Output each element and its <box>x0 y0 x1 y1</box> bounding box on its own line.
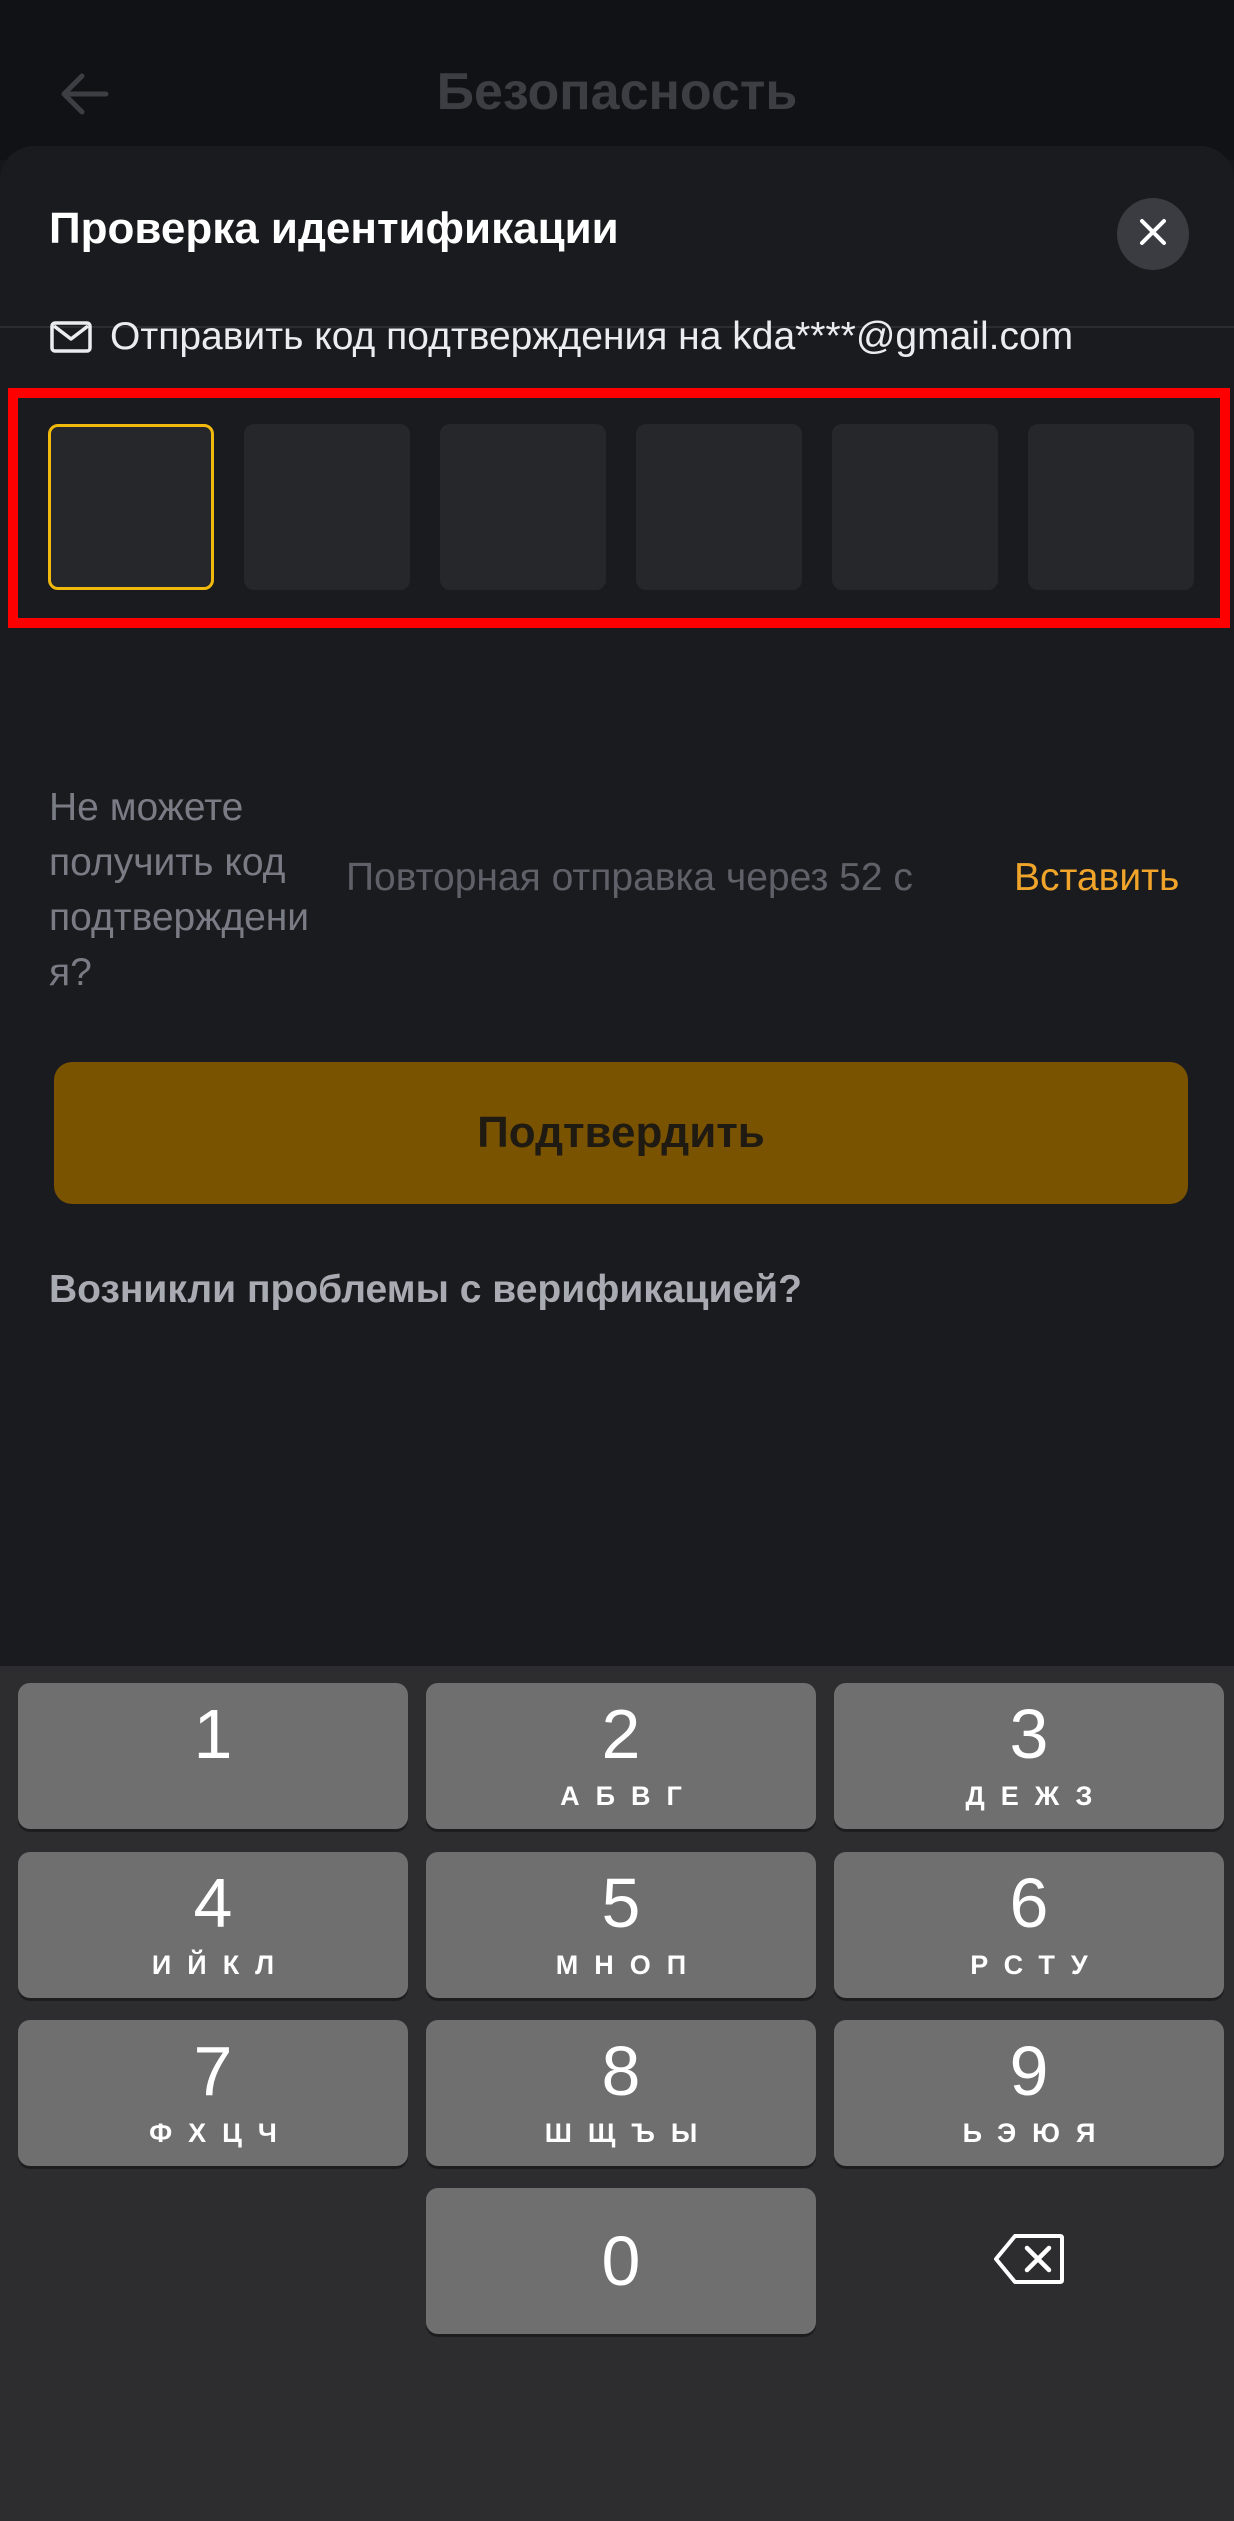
resend-timer: Повторная отправка через 52 с <box>346 856 913 899</box>
key-digit: 6 <box>1009 1864 1049 1942</box>
sheet-title: Проверка идентификации <box>49 204 619 253</box>
key-letters: РСТУ <box>970 1950 1104 1980</box>
key-digit: 7 <box>193 2032 233 2110</box>
paste-button[interactable]: Вставить <box>1014 856 1179 900</box>
key-3[interactable]: 3 ДЕЖЗ <box>834 1683 1224 1829</box>
close-button[interactable] <box>1117 198 1189 270</box>
key-5[interactable]: 5 МНОП <box>426 1852 816 1998</box>
key-digit: 8 <box>601 2032 641 2110</box>
underlying-page-title: Безопасность <box>436 63 798 121</box>
cant-receive-code-link[interactable]: Не можете получить код подтверждени я? <box>49 780 349 1000</box>
key-7[interactable]: 7 ФХЦЧ <box>18 2020 408 2166</box>
key-digit: 5 <box>601 1864 641 1942</box>
mail-icon <box>50 320 92 354</box>
key-9[interactable]: 9 ЬЭЮЯ <box>834 2020 1224 2166</box>
key-digit: 3 <box>1009 1695 1049 1773</box>
key-8[interactable]: 8 ШЩЪЫ <box>426 2020 816 2166</box>
send-code-text: Отправить код подтверждения на kda****@g… <box>110 315 1074 358</box>
key-letters: ИЙКЛ <box>151 1950 291 1980</box>
confirm-button[interactable]: Подтвердить <box>54 1062 1188 1204</box>
underlying-header: Безопасность <box>0 0 1234 160</box>
key-digit: 4 <box>193 1864 233 1942</box>
key-digit: 9 <box>1009 2032 1049 2110</box>
key-letters: МНОП <box>555 1950 703 1980</box>
highlight-frame <box>8 388 1230 628</box>
key-0[interactable]: 0 <box>426 2188 816 2334</box>
key-4[interactable]: 4 ИЙКЛ <box>18 1852 408 1998</box>
key-digit: 1 <box>193 1695 233 1773</box>
key-letters: ДЕЖЗ <box>965 1781 1109 1811</box>
key-letters: ФХЦЧ <box>149 2118 293 2148</box>
key-letters: АБВГ <box>560 1781 698 1811</box>
key-2[interactable]: 2 АБВГ <box>426 1683 816 1829</box>
send-code-row: Отправить код подтверждения на kda****@g… <box>50 312 1073 362</box>
key-letters: ШЩЪЫ <box>544 2118 714 2148</box>
key-1[interactable]: 1 <box>18 1683 408 1829</box>
backspace-icon <box>993 2233 1065 2290</box>
screen: Безопасность Проверка идентификации Отпр… <box>0 0 1234 2521</box>
delete-key[interactable] <box>834 2188 1224 2334</box>
key-digit: 2 <box>601 1695 641 1773</box>
verification-problems-link[interactable]: Возникли проблемы с верификацией? <box>49 1268 802 1312</box>
key-letters: ЬЭЮЯ <box>962 2118 1112 2148</box>
close-icon <box>1138 217 1168 252</box>
key-6[interactable]: 6 РСТУ <box>834 1852 1224 1998</box>
key-digit: 0 <box>601 2222 641 2300</box>
